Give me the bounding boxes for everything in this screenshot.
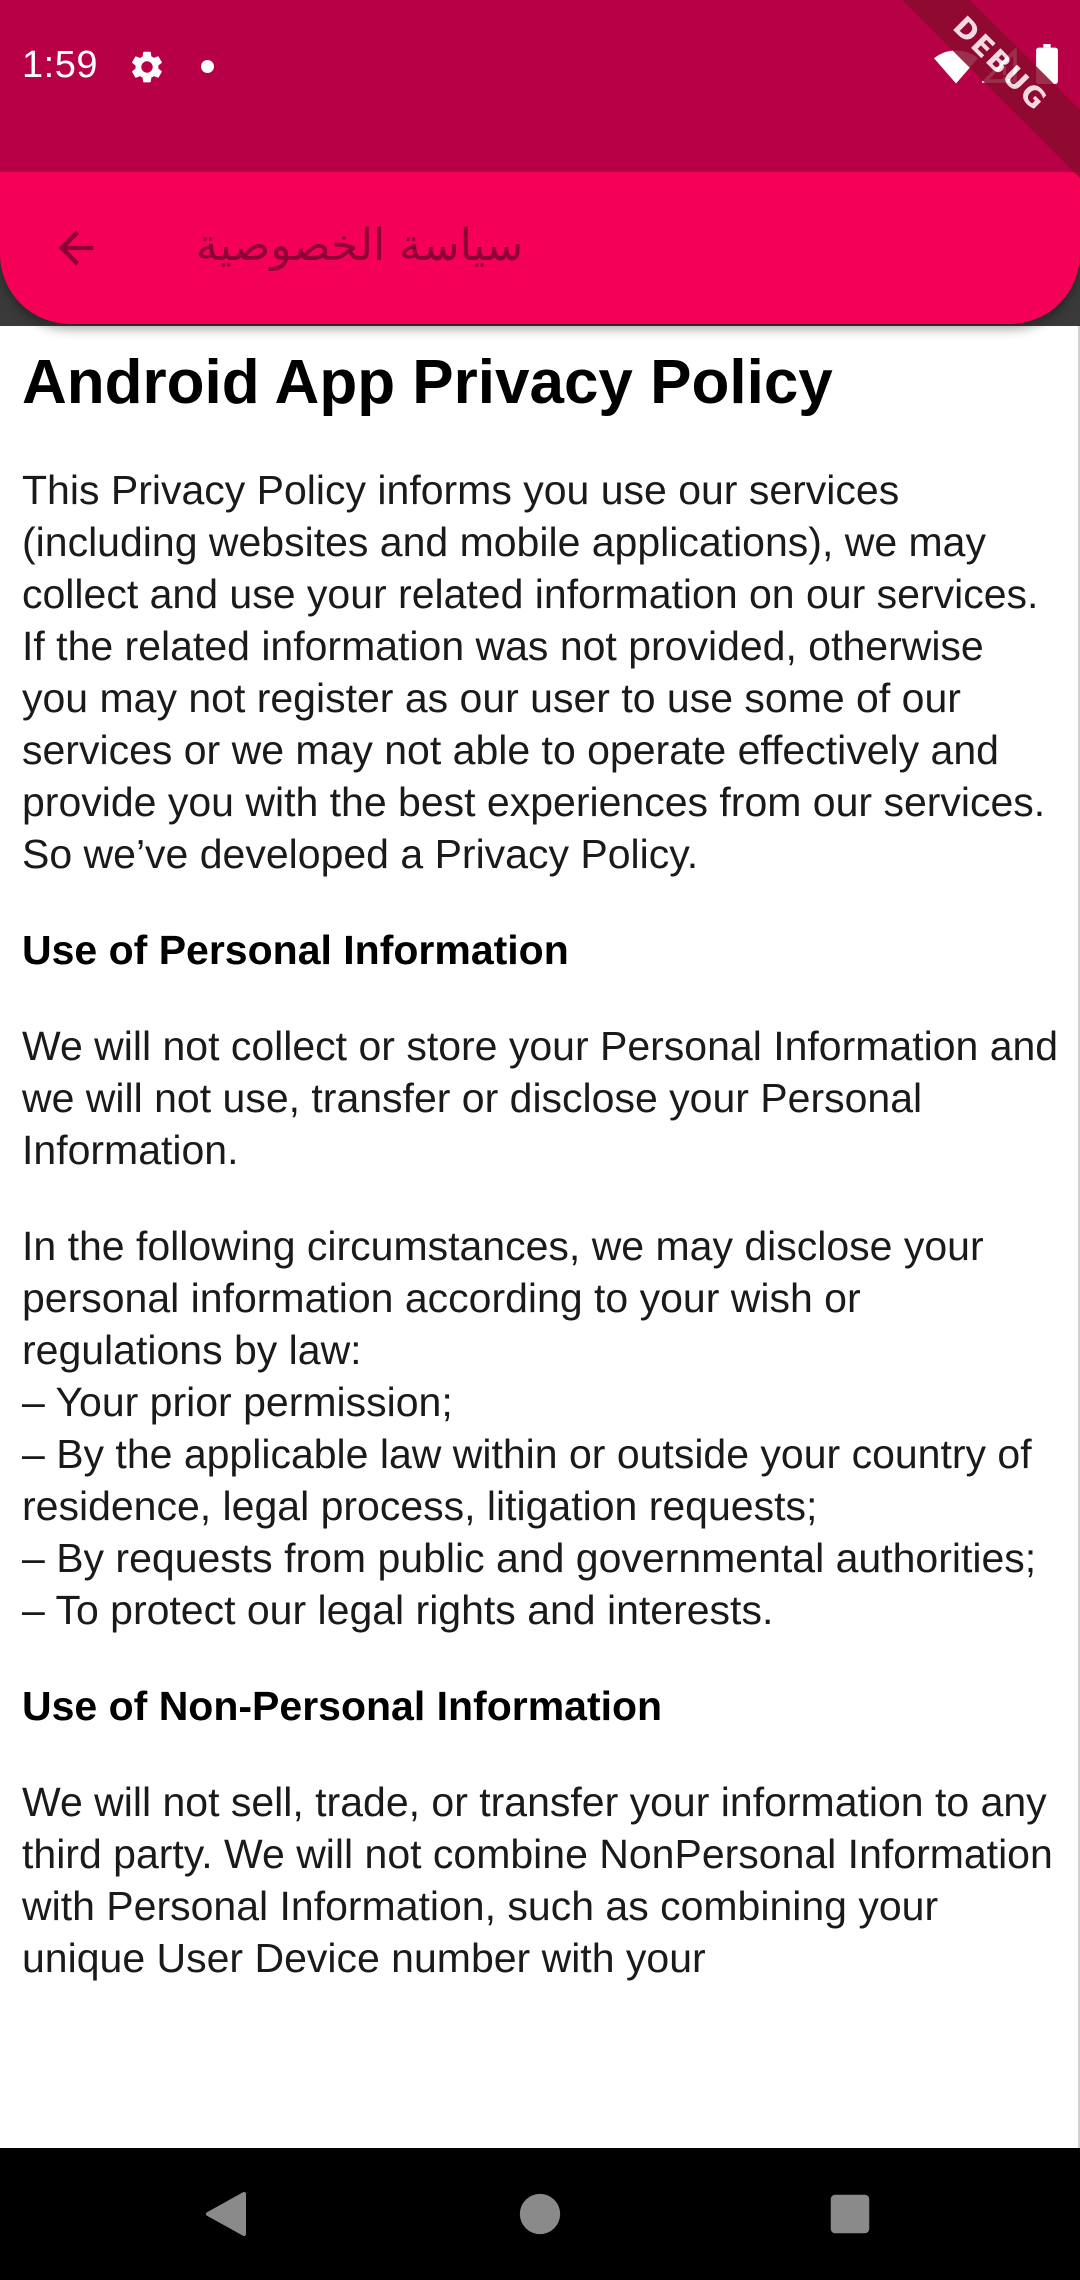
page-title: سياسة الخصوصية — [196, 220, 524, 271]
list-item: – Your prior permission; — [22, 1379, 453, 1425]
non-personal-info-paragraph: We will not sell, trade, or transfer you… — [22, 1779, 1053, 1981]
intro-paragraph: This Privacy Policy informs you use our … — [22, 467, 1046, 877]
section-heading-non-personal-info: Use of Non-Personal Information — [22, 1683, 663, 1729]
privacy-policy-content[interactable]: Android App Privacy Policy This Privacy … — [0, 326, 1080, 2148]
back-triangle-icon — [206, 2192, 246, 2236]
arrow-back-icon — [58, 230, 94, 266]
document-title: Android App Privacy Policy — [22, 348, 833, 417]
debug-banner: DEBUG — [876, 0, 1080, 188]
app-screen: 1:59 DEBUG سياسة الخصوصية Android App Pr… — [0, 0, 1080, 2280]
recents-square-icon — [830, 2194, 870, 2234]
status-bar: 1:59 DEBUG — [0, 0, 1080, 188]
nav-home-button[interactable] — [510, 2184, 570, 2244]
section-heading-personal-info: Use of Personal Information — [22, 927, 569, 973]
back-button[interactable] — [40, 212, 112, 284]
list-item: – To protect our legal rights and intere… — [22, 1587, 774, 1633]
personal-info-paragraph: We will not collect or store your Person… — [22, 1023, 1059, 1173]
notification-dot-icon — [201, 60, 214, 73]
disclosure-paragraph: In the following circumstances, we may d… — [22, 1223, 984, 1373]
nav-recents-button[interactable] — [820, 2184, 880, 2244]
status-time: 1:59 — [22, 44, 98, 86]
system-navigation-bar — [0, 2148, 1080, 2280]
list-item: – By requests from public and government… — [22, 1535, 1037, 1581]
gear-icon — [132, 51, 162, 83]
home-circle-icon — [519, 2193, 561, 2235]
app-bar: سياسة الخصوصية — [0, 172, 1080, 324]
document-body: Android App Privacy Policy This Privacy … — [0, 346, 1078, 1984]
list-item: – By the applicable law within or outsid… — [22, 1431, 1032, 1529]
nav-back-button[interactable] — [196, 2184, 256, 2244]
